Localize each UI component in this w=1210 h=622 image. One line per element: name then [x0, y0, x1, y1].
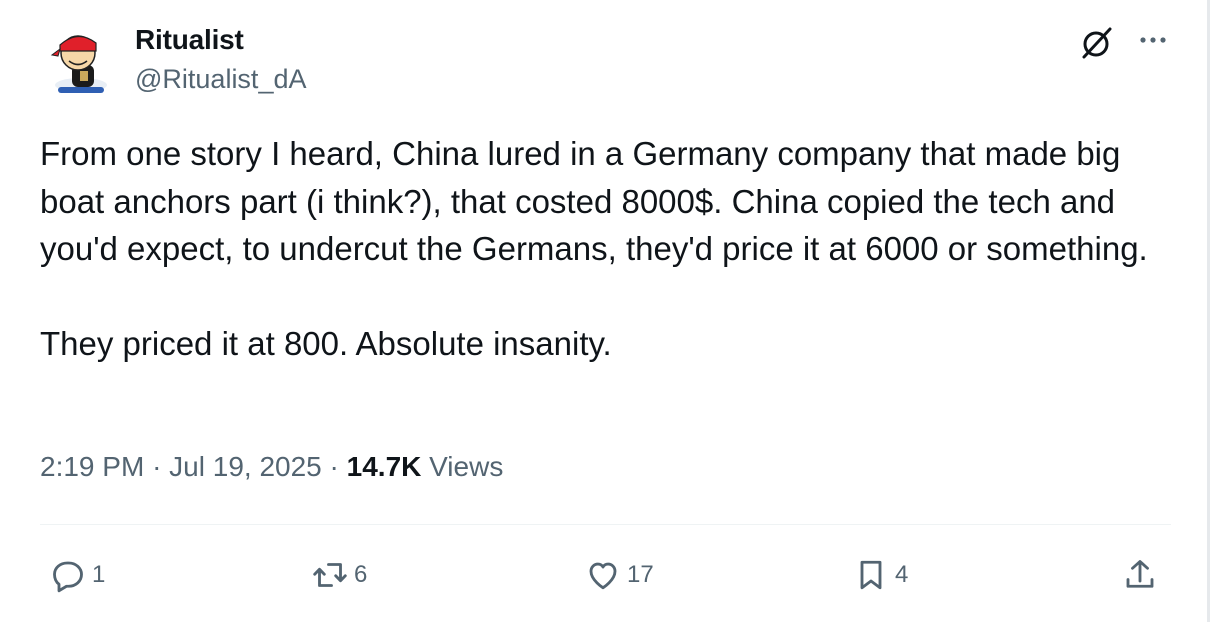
- display-name[interactable]: Ritualist: [135, 24, 244, 56]
- meta-separator: ·: [152, 451, 162, 482]
- bookmark-count: 4: [895, 561, 909, 588]
- bookmark-icon: [860, 560, 882, 590]
- divider: [40, 524, 1171, 525]
- like-count: 17: [627, 561, 654, 588]
- like-icon: [589, 562, 617, 590]
- reply-icon: [53, 561, 83, 593]
- tweet-card: Ritualist @Ritualist_dA From one story I…: [0, 0, 1210, 622]
- tweet-paragraph: They priced it at 800. Absolute insanity…: [40, 325, 612, 362]
- repost-count: 6: [354, 561, 368, 588]
- tweet-meta: 2:19 PM · Jul 19, 2025 · 14.7K Views: [40, 451, 503, 483]
- views-label: Views: [429, 451, 504, 482]
- timestamp[interactable]: 2:19 PM: [40, 451, 144, 482]
- avatar[interactable]: [50, 25, 112, 95]
- share-icon: [1126, 560, 1154, 588]
- date[interactable]: Jul 19, 2025: [169, 451, 322, 482]
- tweet-text: From one story I heard, China lured in a…: [40, 130, 1180, 368]
- handle[interactable]: @Ritualist_dA: [135, 64, 306, 95]
- repost-button[interactable]: 6: [312, 555, 367, 595]
- share-button[interactable]: [1122, 555, 1158, 595]
- grok-icon[interactable]: [1080, 26, 1114, 60]
- meta-separator: ·: [329, 451, 339, 482]
- views-count: 14.7K: [346, 451, 422, 482]
- more-icon[interactable]: [1138, 28, 1168, 52]
- bookmark-button[interactable]: 4: [853, 555, 908, 595]
- tweet-paragraph: From one story I heard, China lured in a…: [40, 135, 1148, 267]
- reply-button[interactable]: 1: [50, 555, 105, 595]
- repost-icon: [313, 563, 347, 587]
- like-button[interactable]: 17: [585, 555, 654, 595]
- reply-count: 1: [92, 561, 106, 588]
